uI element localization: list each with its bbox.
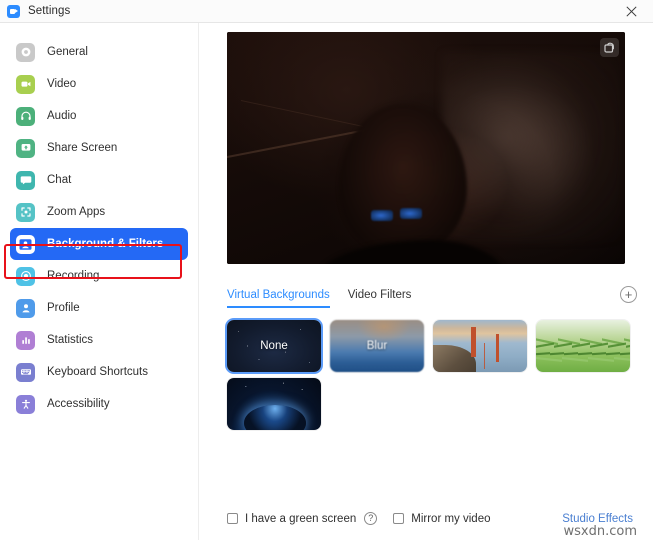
preview-wall-highlight bbox=[442, 52, 622, 242]
apps-icon bbox=[16, 202, 35, 222]
settings-window: Settings General Video Audio Share Scree… bbox=[0, 0, 653, 540]
background-thumb-grass[interactable] bbox=[536, 320, 630, 372]
record-icon bbox=[16, 266, 35, 286]
add-background-button[interactable]: + bbox=[620, 286, 637, 303]
tab-virtual-backgrounds[interactable]: Virtual Backgrounds bbox=[227, 289, 330, 308]
background-thumb-label: None bbox=[260, 340, 288, 352]
sidebar-item-keyboard-shortcuts[interactable]: Keyboard Shortcuts bbox=[10, 356, 188, 388]
gear-icon bbox=[16, 42, 35, 62]
video-preview bbox=[227, 32, 625, 264]
settings-sidebar: General Video Audio Share Screen Chat Zo… bbox=[0, 23, 199, 540]
sidebar-item-general[interactable]: General bbox=[10, 36, 188, 68]
help-icon[interactable]: ? bbox=[364, 512, 378, 525]
sidebar-item-recording[interactable]: Recording bbox=[10, 260, 188, 292]
watermark: wsxdn.com bbox=[563, 524, 638, 539]
sidebar-item-accessibility[interactable]: Accessibility bbox=[10, 388, 188, 420]
zoom-camera-icon bbox=[7, 4, 20, 18]
mirror-video-checkbox[interactable] bbox=[393, 513, 405, 524]
sidebar-item-label: Recording bbox=[47, 270, 100, 282]
sidebar-item-label: Accessibility bbox=[47, 398, 110, 410]
mirror-video-label: Mirror my video bbox=[411, 512, 491, 525]
background-tabs: Virtual Backgrounds Video Filters + bbox=[227, 286, 637, 311]
sidebar-item-background-and-filters[interactable]: Background & Filters bbox=[10, 228, 188, 260]
chat-icon bbox=[16, 170, 35, 190]
sidebar-item-label: Chat bbox=[47, 174, 72, 186]
sidebar-item-label: Background & Filters bbox=[47, 238, 164, 250]
sidebar-item-zoom-apps[interactable]: Zoom Apps bbox=[10, 196, 188, 228]
picture-in-picture-icon[interactable] bbox=[600, 38, 619, 57]
sidebar-item-chat[interactable]: Chat bbox=[10, 164, 188, 196]
preview-glasses-left bbox=[371, 210, 393, 221]
headphones-icon bbox=[16, 106, 35, 126]
person-icon bbox=[16, 298, 35, 318]
green-screen-checkbox[interactable] bbox=[227, 513, 238, 524]
sidebar-item-profile[interactable]: Profile bbox=[10, 292, 188, 324]
sidebar-item-label: Audio bbox=[47, 110, 77, 122]
tab-video-filters[interactable]: Video Filters bbox=[348, 289, 412, 306]
background-thumb-golden-gate-bridge[interactable] bbox=[433, 320, 527, 372]
green-screen-checkbox-row[interactable]: I have a green screen ? bbox=[227, 512, 378, 525]
background-thumb-label: Blur bbox=[366, 340, 388, 352]
sidebar-item-share-screen[interactable]: Share Screen bbox=[10, 132, 188, 164]
sidebar-item-label: General bbox=[47, 46, 88, 58]
title-bar: Settings bbox=[0, 0, 653, 23]
background-thumb-earth-from-space[interactable] bbox=[227, 378, 321, 430]
close-button[interactable] bbox=[609, 0, 653, 23]
studio-effects-link[interactable]: Studio Effects bbox=[562, 513, 633, 525]
background-thumb-none[interactable]: None bbox=[227, 320, 321, 372]
sidebar-item-statistics[interactable]: Statistics bbox=[10, 324, 188, 356]
sidebar-item-label: Share Screen bbox=[47, 142, 118, 154]
sidebar-item-label: Keyboard Shortcuts bbox=[47, 366, 149, 378]
keyboard-icon bbox=[16, 362, 35, 382]
mirror-video-checkbox-row[interactable]: Mirror my video bbox=[393, 513, 490, 525]
background-thumb-blur[interactable]: Blur bbox=[330, 320, 424, 372]
background-thumbnail-grid: None Blur bbox=[227, 320, 633, 430]
sidebar-item-audio[interactable]: Audio bbox=[10, 100, 188, 132]
sidebar-item-label: Profile bbox=[47, 302, 80, 314]
person-card-icon bbox=[16, 234, 35, 254]
background-and-filters-panel: Virtual Backgrounds Video Filters + None… bbox=[199, 23, 653, 540]
close-icon bbox=[625, 6, 637, 17]
preview-glasses-right bbox=[400, 208, 422, 219]
bar-chart-icon bbox=[16, 330, 35, 350]
window-body: General Video Audio Share Screen Chat Zo… bbox=[0, 23, 653, 540]
sidebar-item-label: Video bbox=[47, 78, 77, 90]
upload-icon bbox=[16, 138, 35, 158]
green-screen-label: I have a green screen bbox=[245, 512, 357, 525]
sidebar-item-label: Statistics bbox=[47, 334, 94, 346]
window-title: Settings bbox=[28, 5, 71, 17]
sidebar-item-video[interactable]: Video bbox=[10, 68, 188, 100]
accessibility-icon bbox=[16, 394, 35, 414]
camera-icon bbox=[16, 74, 35, 94]
sidebar-item-label: Zoom Apps bbox=[47, 206, 106, 218]
